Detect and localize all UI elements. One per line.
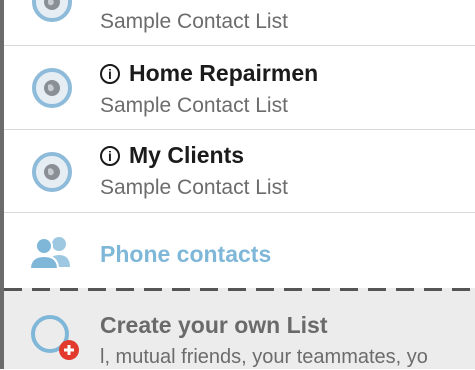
add-list-icon <box>31 315 79 360</box>
dashed-divider <box>4 288 475 291</box>
list-item-subtitle: Sample Contact List <box>100 94 288 117</box>
create-list-description: l, mutual friends, your teammates, yo <box>100 346 428 368</box>
list-item-title: i Home Repairmen <box>100 60 318 87</box>
info-icon[interactable]: i <box>100 145 120 166</box>
people-icon <box>28 237 70 269</box>
create-list-item[interactable]: Create your own List l, mutual friends, … <box>4 288 475 369</box>
list-item[interactable]: Sample Contact List <box>4 0 475 46</box>
contact-list: Sample Contact List i Home Repairmen Sam… <box>4 0 475 369</box>
list-item[interactable]: i Home Repairmen Sample Contact List <box>4 46 475 130</box>
list-item-name: Home Repairmen <box>129 60 319 86</box>
phone-contacts-item[interactable]: Phone contacts <box>4 213 475 288</box>
globe-icon <box>32 68 72 108</box>
list-item-subtitle: Sample Contact List <box>100 10 288 33</box>
phone-contacts-label: Phone contacts <box>100 241 272 267</box>
globe-icon <box>32 0 72 22</box>
create-list-title: Create your own List <box>100 312 328 338</box>
list-item[interactable]: i My Clients Sample Contact List <box>4 130 475 213</box>
globe-icon <box>32 152 72 192</box>
list-item-title: i My Clients <box>100 142 244 169</box>
list-item-name: My Clients <box>129 142 245 168</box>
info-icon[interactable]: i <box>100 63 120 84</box>
list-item-subtitle: Sample Contact List <box>100 176 288 199</box>
